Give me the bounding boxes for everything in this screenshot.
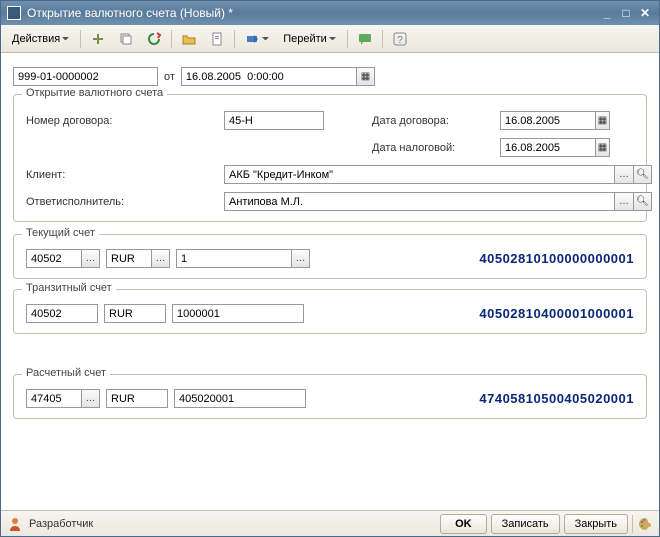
select-button[interactable]: …: [81, 249, 100, 268]
actions-label: Действия: [12, 33, 60, 45]
document-date-input[interactable]: [181, 67, 356, 86]
app-icon: [7, 6, 21, 20]
goto-label: Перейти: [283, 33, 327, 45]
select-button[interactable]: …: [614, 165, 633, 184]
document-number-input[interactable]: [13, 67, 158, 86]
settlement-legend: Расчетный счет: [22, 367, 110, 379]
settlement-currency-input[interactable]: [106, 389, 168, 408]
user-icon: [7, 516, 23, 532]
search-icon[interactable]: 🔍︎: [633, 165, 652, 184]
transit-code-input[interactable]: [26, 304, 98, 323]
actions-menu[interactable]: Действия: [5, 28, 76, 50]
current-code-input[interactable]: [26, 249, 81, 268]
calendar-icon[interactable]: ▦: [595, 138, 610, 157]
contract-date-input[interactable]: [500, 111, 595, 130]
opening-fieldset: Открытие валютного счета Номер договора:…: [13, 94, 647, 222]
client-label: Клиент:: [26, 169, 216, 181]
palette-icon[interactable]: [637, 516, 653, 532]
dropdown-icon: [262, 35, 269, 42]
add-button[interactable]: [85, 28, 111, 50]
calendar-icon[interactable]: ▦: [595, 111, 610, 130]
window: Открытие валютного счета (Новый) * _ □ ✕…: [0, 0, 660, 537]
close-window-button[interactable]: ✕: [637, 6, 653, 20]
toolbar: Действия Перейти ?: [1, 25, 659, 53]
settlement-code-input[interactable]: [26, 389, 81, 408]
dropdown-icon: [62, 35, 69, 42]
transit-account-fieldset: Транзитный счет 40502810400001000001: [13, 289, 647, 334]
write-button[interactable]: Записать: [491, 514, 560, 534]
statusbar: Разработчик OK Записать Закрыть: [1, 510, 659, 536]
transit-full-account: 40502810400001000001: [479, 306, 634, 321]
ok-button[interactable]: OK: [440, 514, 487, 534]
separator: [234, 30, 235, 48]
select-button[interactable]: …: [614, 192, 633, 211]
tax-date-input[interactable]: [500, 138, 595, 157]
separator: [382, 30, 383, 48]
select-button[interactable]: …: [81, 389, 100, 408]
tax-date-label: Дата налоговой:: [372, 142, 492, 154]
transit-legend: Транзитный счет: [22, 282, 116, 294]
copy-button[interactable]: [113, 28, 139, 50]
responsible-label: Ответисполнитель:: [26, 196, 216, 208]
responsible-input[interactable]: [224, 192, 614, 211]
search-icon[interactable]: 🔍︎: [633, 192, 652, 211]
goto-menu[interactable]: Перейти: [276, 28, 343, 50]
opening-legend: Открытие валютного счета: [22, 87, 167, 99]
current-full-account: 40502810100000000001: [479, 251, 634, 266]
separator: [632, 515, 633, 533]
contract-num-label: Номер договора:: [26, 115, 216, 127]
close-button[interactable]: Закрыть: [564, 514, 628, 534]
transit-seq-input[interactable]: [172, 304, 304, 323]
transit-currency-input[interactable]: [104, 304, 166, 323]
contract-date-label: Дата договора:: [372, 115, 492, 127]
process-button[interactable]: [239, 28, 274, 50]
current-legend: Текущий счет: [22, 227, 99, 239]
current-seq-input[interactable]: [176, 249, 291, 268]
separator: [80, 30, 81, 48]
select-button[interactable]: …: [291, 249, 310, 268]
select-button[interactable]: …: [151, 249, 170, 268]
contract-num-input[interactable]: [224, 111, 324, 130]
separator: [171, 30, 172, 48]
maximize-button[interactable]: □: [618, 6, 634, 20]
settlement-full-account: 47405810500405020001: [479, 391, 634, 406]
document-button[interactable]: [204, 28, 230, 50]
content-area: от ▦ Открытие валютного счета Номер дого…: [1, 53, 659, 510]
chat-button[interactable]: [352, 28, 378, 50]
dropdown-icon: [329, 35, 336, 42]
folder-button[interactable]: [176, 28, 202, 50]
current-account-fieldset: Текущий счет … … … 40502810100000000001: [13, 234, 647, 279]
settlement-account-fieldset: Расчетный счет … 47405810500405020001: [13, 374, 647, 419]
titlebar: Открытие валютного счета (Новый) * _ □ ✕: [1, 1, 659, 25]
current-currency-input[interactable]: [106, 249, 151, 268]
refresh-button[interactable]: [141, 28, 167, 50]
client-input[interactable]: [224, 165, 614, 184]
help-button[interactable]: ?: [387, 28, 413, 50]
developer-label: Разработчик: [29, 518, 93, 530]
svg-text:?: ?: [397, 35, 403, 46]
settlement-seq-input[interactable]: [174, 389, 306, 408]
minimize-button[interactable]: _: [599, 6, 615, 20]
separator: [347, 30, 348, 48]
calendar-icon[interactable]: ▦: [356, 67, 375, 86]
from-label: от: [164, 71, 175, 83]
window-title: Открытие валютного счета (Новый) *: [27, 6, 599, 20]
